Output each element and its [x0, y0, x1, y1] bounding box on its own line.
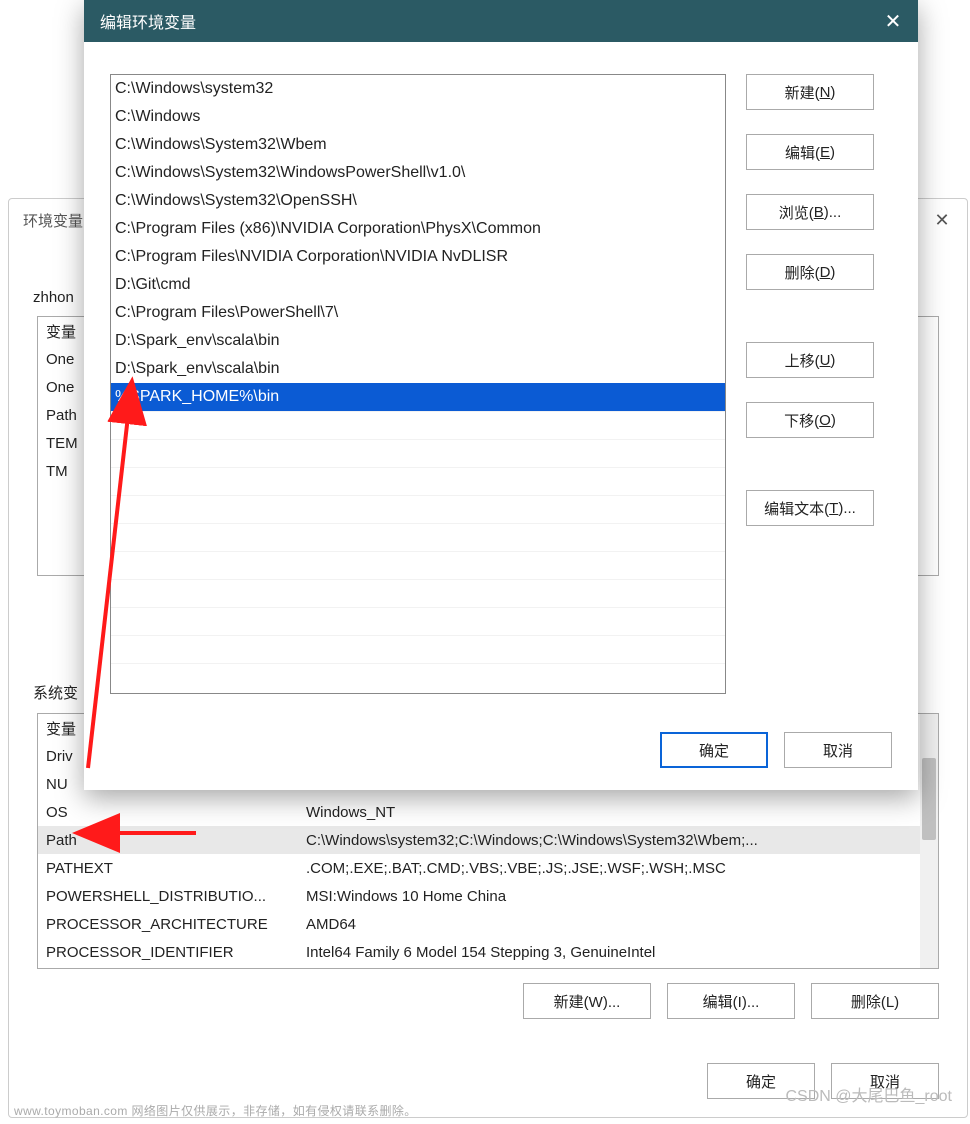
- scrollbar-thumb[interactable]: [922, 758, 936, 840]
- close-icon: ✕: [934, 210, 949, 231]
- table-row[interactable]: POWERSHELL_DISTRIBUTIO...MSI:Windows 10 …: [38, 882, 938, 910]
- back-close-button[interactable]: ✕: [917, 199, 967, 241]
- edit-button[interactable]: 编辑(I)...: [667, 983, 795, 1019]
- list-item[interactable]: C:\Windows\System32\OpenSSH\: [111, 187, 725, 215]
- front-footer: 确定 取消: [84, 732, 892, 768]
- list-item[interactable]: C:\Windows\System32\WindowsPowerShell\v1…: [111, 159, 725, 187]
- front-titlebar: 编辑环境变量 ✕: [84, 0, 918, 42]
- table-row[interactable]: PathC:\Windows\system32;C:\Windows;C:\Wi…: [38, 826, 938, 854]
- cancel-button[interactable]: 取消: [784, 732, 892, 768]
- new-button[interactable]: 新建(N): [746, 74, 874, 110]
- list-item[interactable]: D:\Spark_env\scala\bin: [111, 327, 725, 355]
- close-icon: ✕: [885, 9, 902, 34]
- list-item[interactable]: C:\Windows: [111, 103, 725, 131]
- system-button-row: 新建(W)... 编辑(I)... 删除(L): [37, 983, 939, 1019]
- side-buttons: 新建(N) 编辑(E) 浏览(B)... 删除(D) 上移(U) 下移(O) 编…: [746, 74, 874, 768]
- list-item[interactable]: D:\Spark_env\scala\bin: [111, 355, 725, 383]
- back-title: 环境变量: [21, 210, 83, 231]
- list-item[interactable]: D:\Git\cmd: [111, 271, 725, 299]
- browse-button[interactable]: 浏览(B)...: [746, 194, 874, 230]
- new-button[interactable]: 新建(W)...: [523, 983, 651, 1019]
- edit-env-var-dialog: 编辑环境变量 ✕ C:\Windows\system32C:\WindowsC:…: [84, 0, 918, 790]
- list-item[interactable]: C:\Windows\System32\Wbem: [111, 131, 725, 159]
- list-item[interactable]: C:\Program Files\NVIDIA Corporation\NVID…: [111, 243, 725, 271]
- list-item[interactable]: C:\Program Files (x86)\NVIDIA Corporatio…: [111, 215, 725, 243]
- front-body: C:\Windows\system32C:\WindowsC:\Windows\…: [84, 42, 918, 790]
- front-close-button[interactable]: ✕: [868, 0, 918, 42]
- table-row[interactable]: OSWindows_NT: [38, 798, 938, 826]
- watermark-csdn: CSDN @大尾巴鱼_root: [786, 1082, 953, 1106]
- table-row[interactable]: PATHEXT.COM;.EXE;.BAT;.CMD;.VBS;.VBE;.JS…: [38, 854, 938, 882]
- list-item[interactable]: C:\Program Files\PowerShell\7\: [111, 299, 725, 327]
- ok-button[interactable]: 确定: [660, 732, 768, 768]
- path-list[interactable]: C:\Windows\system32C:\WindowsC:\Windows\…: [110, 74, 726, 694]
- move-up-button[interactable]: 上移(U): [746, 342, 874, 378]
- delete-button[interactable]: 删除(D): [746, 254, 874, 290]
- list-item[interactable]: %SPARK_HOME%\bin: [111, 383, 725, 411]
- table-row[interactable]: PROCESSOR_ARCHITECTUREAMD64: [38, 910, 938, 938]
- edit-text-button[interactable]: 编辑文本(T)...: [746, 490, 874, 526]
- list-item[interactable]: C:\Windows\system32: [111, 75, 725, 103]
- watermark-footer: www.toymoban.com 网络图片仅供展示，非存储，如有侵权请联系删除。: [14, 1102, 417, 1119]
- move-down-button[interactable]: 下移(O): [746, 402, 874, 438]
- scrollbar[interactable]: [920, 714, 938, 968]
- edit-button[interactable]: 编辑(E): [746, 134, 874, 170]
- front-title: 编辑环境变量: [100, 9, 196, 33]
- table-row[interactable]: PROCESSOR_IDENTIFIERIntel64 Family 6 Mod…: [38, 938, 938, 966]
- delete-button[interactable]: 删除(L): [811, 983, 939, 1019]
